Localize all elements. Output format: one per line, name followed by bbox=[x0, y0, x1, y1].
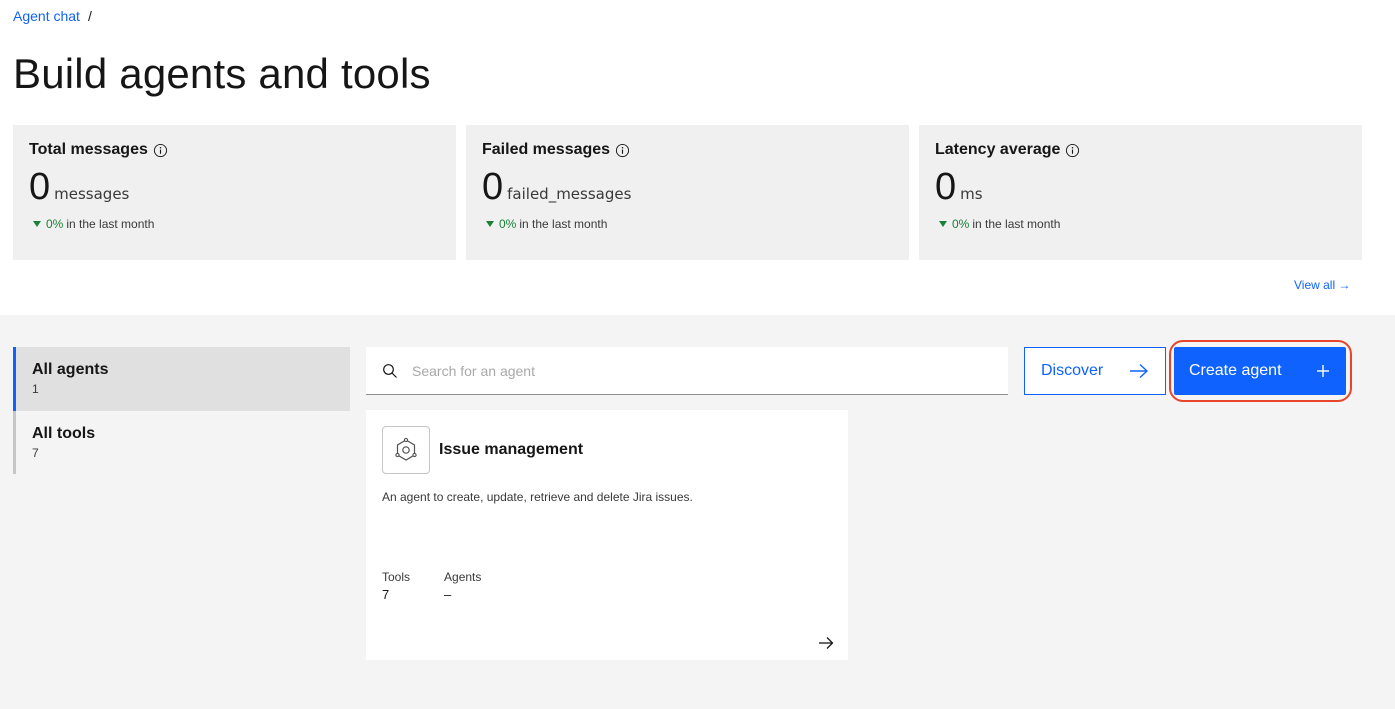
tile-title: Latency average bbox=[935, 141, 1061, 158]
breadcrumb-separator: / bbox=[87, 8, 92, 24]
nav-item-all-agents[interactable]: All agents 1 bbox=[13, 347, 350, 411]
plus-icon bbox=[1317, 365, 1329, 377]
agent-stats: Tools 7 Agents – bbox=[382, 570, 481, 602]
agent-card[interactable]: Issue management An agent to create, upd… bbox=[366, 410, 848, 660]
metric-unit: failed_messages bbox=[507, 185, 632, 203]
tools-label: Tools bbox=[382, 570, 411, 584]
agents-section: All agents 1 All tools 7 Discover Create… bbox=[0, 315, 1395, 709]
agents-label: Agents bbox=[444, 570, 482, 584]
create-agent-label: Create agent bbox=[1189, 362, 1282, 379]
agent-name: Issue management bbox=[439, 441, 584, 458]
metric-trend: 0% in the last month bbox=[29, 217, 440, 231]
caret-down-icon bbox=[939, 221, 947, 227]
agents-count: – bbox=[444, 587, 452, 602]
agent-hexagon-icon bbox=[382, 426, 430, 474]
metric-trend: 0% in the last month bbox=[482, 217, 893, 231]
caret-down-icon bbox=[486, 221, 494, 227]
nav-item-all-tools[interactable]: All tools 7 bbox=[13, 411, 350, 474]
metric-unit: ms bbox=[960, 185, 983, 203]
trend-text: in the last month bbox=[519, 217, 608, 231]
search-icon bbox=[383, 363, 397, 378]
tile-title: Failed messages bbox=[482, 141, 611, 158]
info-icon[interactable] bbox=[1065, 143, 1080, 158]
trend-text: in the last month bbox=[66, 217, 155, 231]
tile-failed-messages: Failed messages 0 failed_messages 0% in … bbox=[466, 125, 909, 260]
arrow-right-icon[interactable] bbox=[818, 636, 834, 650]
info-icon[interactable] bbox=[153, 143, 168, 158]
metric-unit: messages bbox=[54, 185, 130, 203]
discover-label: Discover bbox=[1041, 362, 1104, 379]
arrow-right-icon bbox=[1130, 363, 1149, 379]
page-title: Build agents and tools bbox=[13, 50, 431, 97]
agents-tools-nav: All agents 1 All tools 7 bbox=[13, 347, 350, 474]
nav-item-count: 1 bbox=[32, 382, 39, 396]
trend-percent: 0% bbox=[952, 217, 970, 231]
breadcrumb: Agent chat / bbox=[13, 8, 92, 24]
caret-down-icon bbox=[33, 221, 41, 227]
trend-percent: 0% bbox=[499, 217, 517, 231]
view-all-link[interactable]: View all → bbox=[1294, 278, 1350, 292]
info-icon[interactable] bbox=[615, 143, 630, 158]
metric-value: 0 bbox=[482, 166, 504, 208]
tile-title: Total messages bbox=[29, 141, 148, 158]
trend-percent: 0% bbox=[46, 217, 64, 231]
search-input[interactable] bbox=[412, 362, 972, 379]
metric-value: 0 bbox=[29, 166, 51, 208]
nav-item-label: All tools bbox=[32, 425, 96, 442]
trend-text: in the last month bbox=[972, 217, 1061, 231]
discover-button[interactable]: Discover bbox=[1024, 347, 1166, 395]
create-agent-button[interactable]: Create agent bbox=[1174, 347, 1346, 395]
agent-description: An agent to create, update, retrieve and… bbox=[382, 490, 693, 504]
metric-value: 0 bbox=[935, 166, 957, 208]
nav-item-count: 7 bbox=[32, 446, 39, 460]
metric-trend: 0% in the last month bbox=[935, 217, 1346, 231]
metrics-tiles: Total messages 0 messages 0% in the last… bbox=[13, 125, 1362, 260]
agent-search bbox=[366, 347, 1008, 395]
tile-total-messages: Total messages 0 messages 0% in the last… bbox=[13, 125, 456, 260]
tools-count: 7 bbox=[382, 587, 390, 602]
nav-item-label: All agents bbox=[32, 361, 109, 378]
breadcrumb-link-agent-chat[interactable]: Agent chat bbox=[13, 8, 80, 24]
tile-latency-average: Latency average 0 ms 0% in the last mont… bbox=[919, 125, 1362, 260]
